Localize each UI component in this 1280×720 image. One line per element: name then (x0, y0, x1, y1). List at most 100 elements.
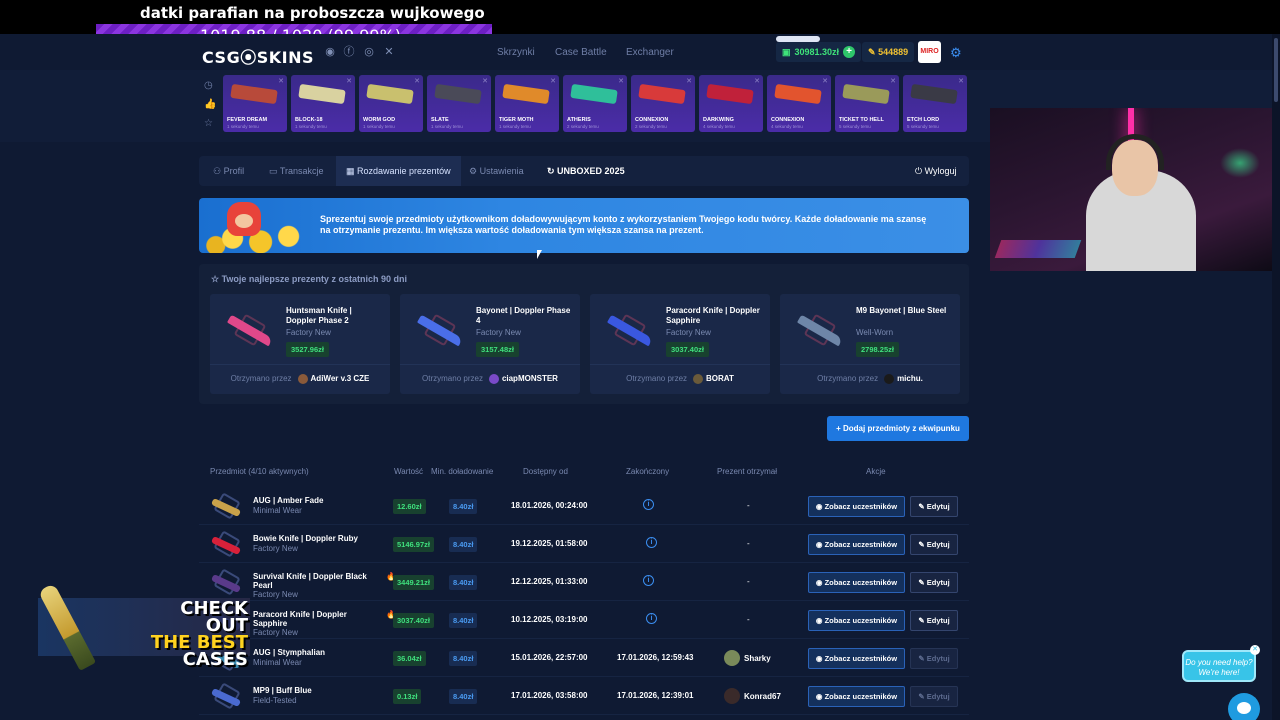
nav-exchanger[interactable]: Exchanger (626, 47, 674, 58)
live-drop-card[interactable]: ✕ TIGER MOTH 1 sekundy temu (495, 75, 559, 132)
live-drop-card[interactable]: ✕ ETCH LORD 5 sekundy temu (903, 75, 967, 132)
view-participants-button[interactable]: ◉ Zobacz uczestników (808, 686, 905, 707)
available-from: 15.01.2026, 22:57:00 (511, 653, 588, 662)
x-twitter-icon[interactable]: ✕ (383, 46, 395, 58)
live-drop-card[interactable]: ✕ CONNEXION 2 sekundy temu (631, 75, 695, 132)
close-icon[interactable]: ✕ (346, 77, 352, 85)
coin-value: 544889 (878, 47, 909, 57)
view-participants-button[interactable]: ◉ Zobacz uczestników (808, 610, 905, 631)
promo-overlay: CHECK OUT THE BEST CASES (37, 580, 250, 671)
drop-name: DARKWING (703, 117, 734, 123)
star-icon[interactable]: ☆ (204, 118, 213, 129)
eye-icon: ◉ (815, 692, 823, 701)
wallet-balance[interactable]: ▣ 30981.30zł + (776, 42, 862, 62)
edit-button[interactable]: ✎ Edytuj (910, 648, 958, 669)
live-drop-card[interactable]: ✕ TICKET TO HELL 5 sekundy temu (835, 75, 899, 132)
best-gift-card[interactable]: Bayonet | Doppler Phase 4 Factory New 3157… (400, 294, 580, 394)
tab-ustawienia[interactable]: ⚙ Ustawienia (459, 156, 534, 186)
view-participants-button[interactable]: ◉ Zobacz uczestników (808, 496, 905, 517)
help-bubble[interactable]: Do you need help? We're here! (1182, 650, 1256, 682)
clock-icon[interactable]: ◷ (204, 80, 213, 91)
winner-user[interactable]: Sharky (724, 650, 771, 666)
item-name: AUG | Amber Fade (253, 496, 324, 505)
page-scrollbar[interactable] (1272, 34, 1280, 720)
drop-time: 1 sekundy temu (227, 124, 259, 129)
info-icon[interactable]: i (643, 499, 654, 510)
tab-profil[interactable]: ⚇ Profil (203, 156, 254, 186)
th-actions: Akcje (866, 467, 886, 476)
live-drop-card[interactable]: ✕ FEVER DREAM 1 sekundy temu (223, 75, 287, 132)
item-value: 5146.97zł (393, 537, 434, 552)
edit-icon: ✎ (918, 502, 925, 511)
best-gift-card[interactable]: Paracord Knife | Doppler Sapphire Factory… (590, 294, 770, 394)
facebook-icon[interactable]: ⓕ (343, 46, 355, 58)
nav-skrzynki[interactable]: Skrzynki (497, 47, 535, 58)
recipient-avatar (488, 374, 499, 384)
live-drop-card[interactable]: ✕ BLOCK-18 1 sekundy temu (291, 75, 355, 132)
drop-name: BLOCK-18 (295, 117, 323, 123)
gift-info-banner: Sprezentuj swoje przedmioty użytkownikom… (199, 198, 969, 253)
drop-time: 5 sekundy temu (839, 124, 871, 129)
user-avatar[interactable]: MIRO (918, 41, 941, 63)
add-items-from-inventory-button[interactable]: + Dodaj przedmioty z ekwipunku (827, 416, 969, 441)
close-icon[interactable]: ✕ (822, 77, 828, 85)
thumbs-up-icon[interactable]: 👍 (204, 99, 216, 110)
edit-button[interactable]: ✎ Edytuj (910, 496, 958, 517)
info-icon[interactable]: i (643, 575, 654, 586)
weapon-skin-icon (774, 83, 822, 105)
edit-button[interactable]: ✎ Edytuj (910, 572, 958, 593)
discord-icon[interactable]: ◉ (324, 46, 336, 58)
close-icon[interactable]: ✕ (754, 77, 760, 85)
info-icon[interactable]: i (646, 613, 657, 624)
live-drop-card[interactable]: ✕ WORM GOD 1 sekundy temu (359, 75, 423, 132)
view-participants-button[interactable]: ◉ Zobacz uczestników (808, 534, 905, 555)
edit-button[interactable]: ✎ Edytuj (910, 610, 958, 631)
scrollbar-thumb[interactable] (1274, 38, 1278, 102)
table-row: Survival Knife | Doppler Black Pearl Fact… (199, 564, 969, 601)
logout-button[interactable]: ⏻ Wyloguj (905, 156, 967, 186)
site-logo[interactable]: CSG⦿SKINS (202, 44, 314, 68)
live-drop-card[interactable]: ✕ DARKWING 4 sekundy temu (699, 75, 763, 132)
view-participants-button[interactable]: ◉ Zobacz uczestników (808, 572, 905, 593)
live-drop-card[interactable]: ✕ ATHERIS 2 sekundy temu (563, 75, 627, 132)
live-drop-card[interactable]: ✕ CONNEXION 4 sekundy temu (767, 75, 831, 132)
view-participants-button[interactable]: ◉ Zobacz uczestników (808, 648, 905, 669)
drop-time: 1 sekundy temu (431, 124, 463, 129)
winner-user[interactable]: Konrad67 (724, 688, 781, 704)
weapon-skin-icon (230, 83, 278, 105)
close-icon[interactable]: ✕ (958, 77, 964, 85)
edit-button[interactable]: ✎ Edytuj (910, 686, 958, 707)
drop-name: TIGER MOTH (499, 117, 534, 123)
edit-icon: ✎ (918, 540, 925, 549)
deposit-plus-icon[interactable]: + (843, 46, 856, 58)
close-icon[interactable]: ✕ (482, 77, 488, 85)
close-icon[interactable]: ✕ (890, 77, 896, 85)
instagram-icon[interactable]: ◎ (363, 46, 375, 58)
chat-launcher-icon[interactable] (1228, 693, 1260, 720)
close-icon[interactable]: ✕ (618, 77, 624, 85)
settings-gear-icon[interactable]: ⚙ (950, 45, 962, 61)
live-drop-card[interactable]: ✕ SLATE 1 sekundy temu (427, 75, 491, 132)
close-icon[interactable]: ✕ (278, 77, 284, 85)
tab-rozdawanie-prezentow[interactable]: ▦ Rozdawanie prezentów (336, 156, 461, 186)
close-icon[interactable]: ✕ (686, 77, 692, 85)
nav-case-battle[interactable]: Case Battle (555, 47, 607, 58)
recipient-avatar (693, 374, 704, 384)
gift-condition: Factory New (476, 328, 521, 337)
promo-text: CHECK OUT THE BEST CASES (150, 598, 248, 670)
ended-at: 17.01.2026, 12:39:01 (617, 691, 694, 700)
best-gift-card[interactable]: M9 Bayonet | Blue Steel Well-Worn 2798.25z… (780, 294, 960, 394)
item-name: Paracord Knife | Doppler Sapphire (253, 610, 347, 628)
info-icon[interactable]: i (646, 537, 657, 548)
close-icon[interactable]: ✕ (550, 77, 556, 85)
item-name: Bowie Knife | Doppler Ruby (253, 534, 358, 543)
eye-icon: ◉ (815, 502, 823, 511)
tab-transakcje[interactable]: ▭ Transakcje (259, 156, 334, 186)
help-close-icon[interactable]: ✕ (1250, 645, 1260, 655)
coin-balance[interactable]: ✎ 544889 (862, 42, 915, 62)
edit-button[interactable]: ✎ Edytuj (910, 534, 958, 555)
tab-unboxed-2025[interactable]: ↻ UNBOXED 2025 (537, 156, 635, 186)
close-icon[interactable]: ✕ (414, 77, 420, 85)
best-gift-card[interactable]: Huntsman Knife | Doppler Phase 2 Factory … (210, 294, 390, 394)
item-condition: Factory New (253, 544, 298, 553)
